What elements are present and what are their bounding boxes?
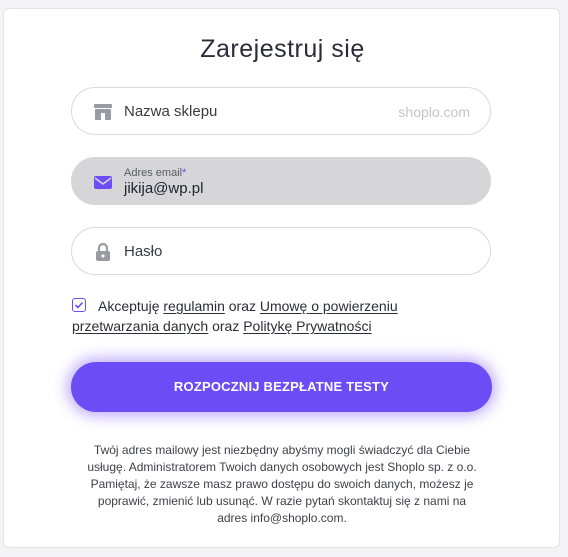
consent-checkbox[interactable]	[72, 298, 86, 312]
store-icon	[93, 103, 113, 121]
shop-name-field[interactable]: Nazwa sklepu shoplo.com	[71, 87, 491, 135]
terms-link[interactable]: regulamin	[163, 298, 224, 314]
consent-line-1: Akceptuję regulamin oraz Umowę o powierz…	[98, 296, 398, 316]
email-value: jikija@wp.pl	[124, 180, 204, 197]
email-label: Adres email*	[124, 167, 187, 179]
consent-text-accept: Akceptuję	[98, 298, 160, 314]
shop-name-placeholder: Nazwa sklepu	[124, 103, 218, 120]
data-processing-agreement-link-cont[interactable]: przetwarzania danych	[72, 318, 208, 334]
privacy-policy-link[interactable]: Politykę Prywatności	[243, 318, 371, 334]
privacy-note: Twój adres mailowy jest niezbędny abyśmy…	[64, 442, 500, 527]
privacy-note-line: usługę. Administratorem Twoich danych os…	[87, 460, 477, 474]
privacy-note-line: Twój adres mailowy jest niezbędny abyśmy…	[93, 443, 471, 457]
consent-text-and: oraz	[212, 318, 240, 334]
password-placeholder: Hasło	[124, 243, 163, 260]
privacy-note-line: adres info@shoplo.com.	[217, 511, 347, 525]
shop-domain-suffix: shoplo.com	[398, 104, 470, 120]
lock-icon	[93, 242, 113, 261]
consent-line-2: przetwarzania danych oraz Politykę Prywa…	[72, 316, 372, 336]
page-title: Zarejestruj się	[200, 35, 365, 63]
envelope-icon	[93, 173, 113, 191]
email-field[interactable]: Adres email* jikija@wp.pl	[71, 157, 491, 205]
data-processing-agreement-link[interactable]: Umowę o powierzeniu	[260, 298, 398, 314]
start-free-trial-button[interactable]: ROZPOCZNIJ BEZPŁATNE TESTY	[71, 362, 492, 412]
password-field[interactable]: Hasło	[71, 227, 491, 275]
privacy-note-line: poprawić, zmienić lub usunąć. W razie py…	[97, 494, 467, 508]
signup-card: Zarejestruj się Nazwa sklepu shoplo.com …	[3, 8, 560, 548]
consent-text-and: oraz	[228, 298, 256, 314]
privacy-note-line: Pamiętaj, że zawsze masz prawo dostępu d…	[90, 477, 474, 491]
